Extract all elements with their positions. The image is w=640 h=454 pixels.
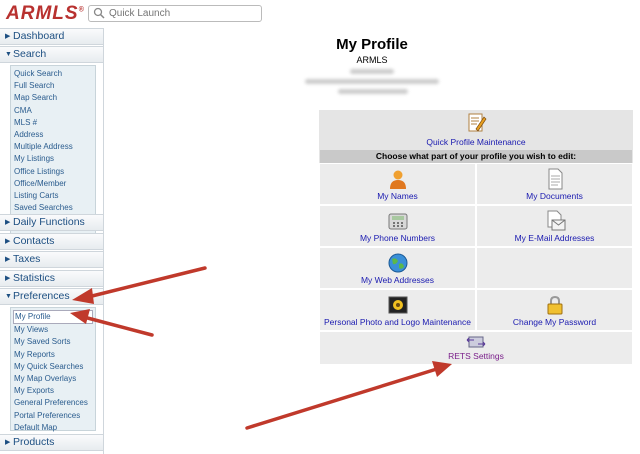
arrowhead [70,309,90,324]
arrow-to-preferences [82,266,207,300]
arrow-to-rets-settings [245,366,442,430]
annotation-arrows [70,266,452,430]
arrow-to-my-profile [78,314,154,337]
arrowhead [72,288,94,304]
arrowhead [432,361,452,377]
